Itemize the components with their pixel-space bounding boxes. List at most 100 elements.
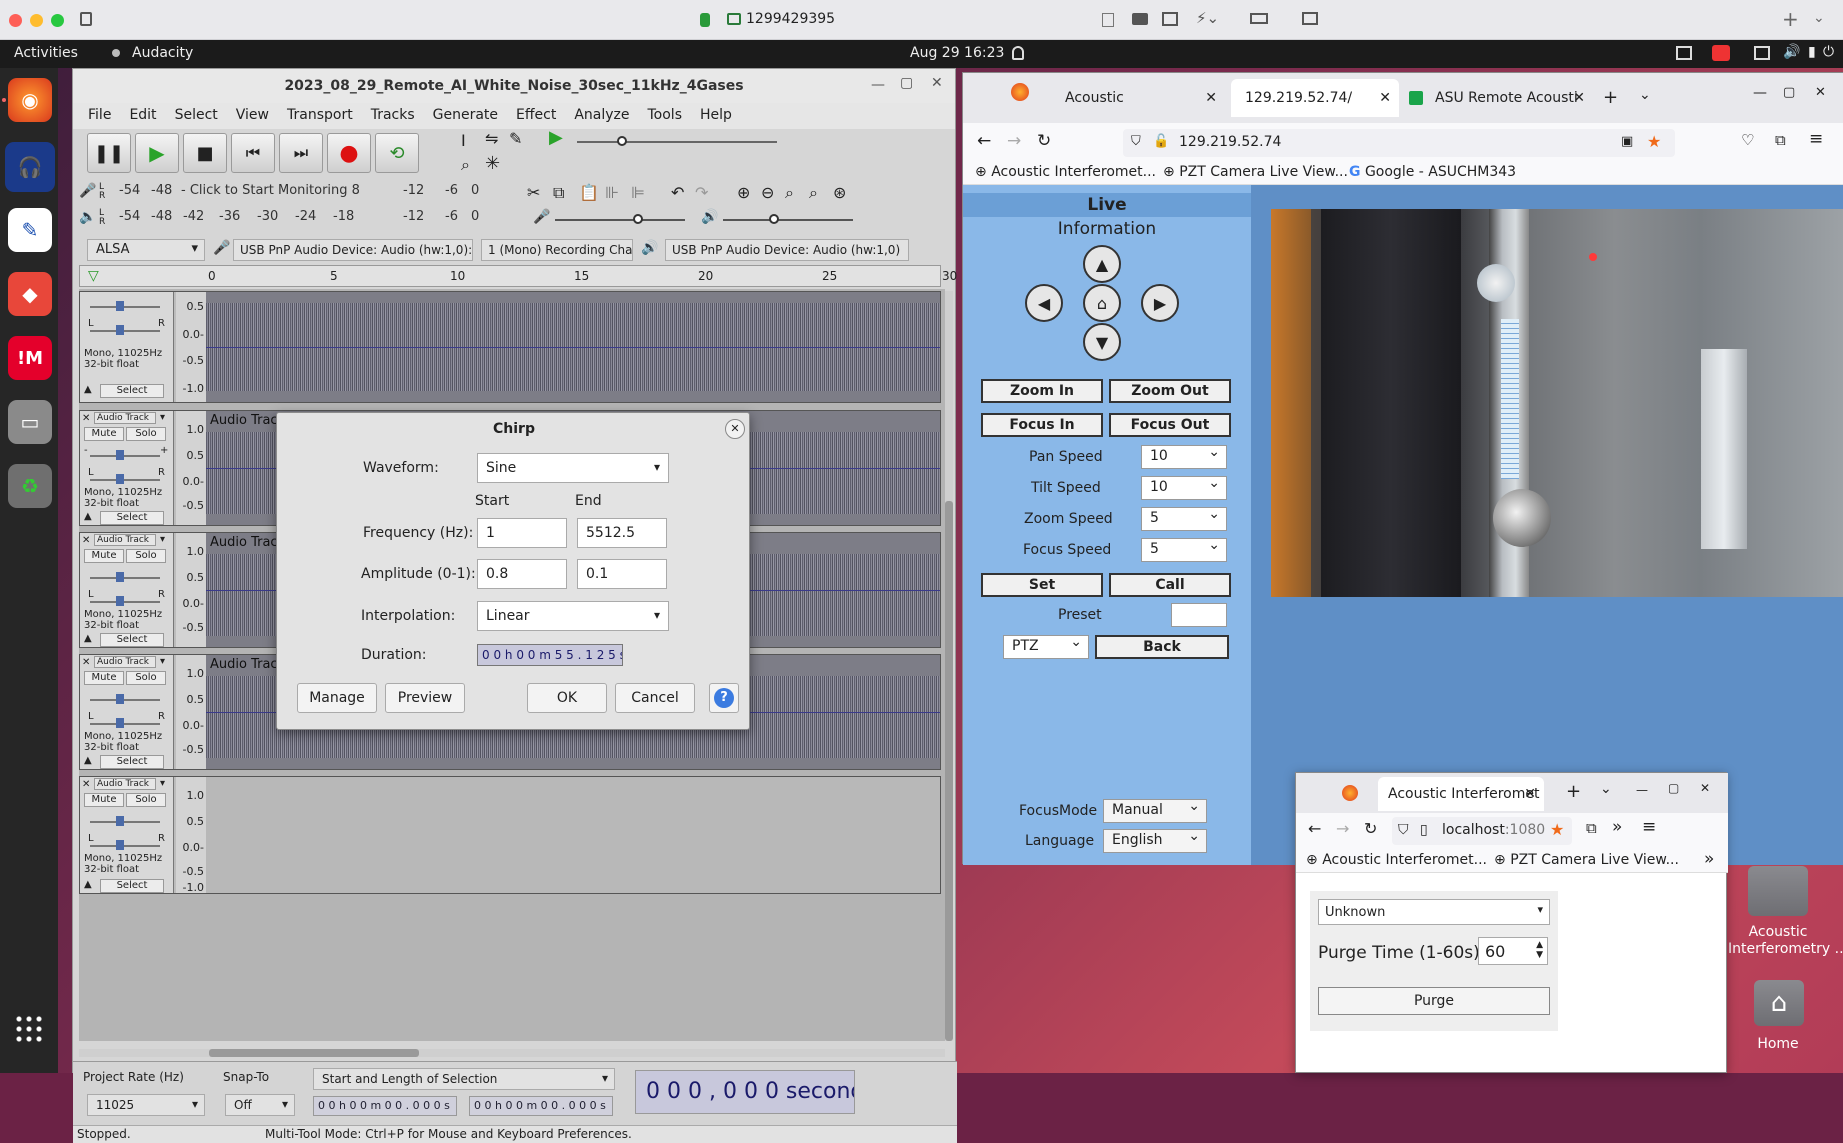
gain-slider[interactable] [90,306,160,308]
selection-mode-select[interactable]: Start and Length of Selection ▾ [313,1068,615,1090]
tab-asu-remote[interactable]: ASU Remote Acousti ✕ [1407,79,1593,117]
menu-icon[interactable]: ≡ [1642,817,1656,837]
indicator-icon[interactable] [1676,46,1692,60]
tab-list-icon[interactable]: ⌄ [1600,781,1612,797]
close-icon[interactable]: ✕ [725,419,745,439]
reload-icon[interactable]: ↻ [1037,131,1051,151]
text-editor-icon[interactable]: ✎ [8,208,52,252]
skip-end-button[interactable]: ⏭ [279,133,323,173]
zoom-in-icon[interactable]: ⊕ [737,183,750,202]
amplitude-start-input[interactable]: 0.8 [477,559,567,589]
stop-button[interactable]: ■ [183,133,227,173]
power-icon[interactable]: ⏻ [1823,44,1834,60]
pocket-icon[interactable]: ♡ [1741,131,1754,149]
bookmark-google[interactable]: G Google - ASUCHM343 [1349,164,1516,180]
preset-input[interactable] [1171,603,1227,627]
forward-icon[interactable]: → [1007,131,1021,151]
playback-volume-slider[interactable] [723,219,853,221]
gain-slider[interactable] [90,699,160,701]
play-at-speed-icon[interactable]: ▶ [549,127,563,148]
interpolation-select[interactable]: Linear ▾ [477,601,669,631]
new-tab-icon[interactable]: + [1566,781,1581,802]
chevron-down-icon[interactable]: ▾ [160,778,165,789]
gain-thumb[interactable] [116,572,124,582]
information-tab[interactable]: Information [963,219,1251,239]
pan-thumb[interactable] [116,718,124,728]
maximize-window-icon[interactable] [51,14,64,27]
vertical-scrollbar[interactable] [945,291,953,1041]
fit-selection-icon[interactable]: ⌕ [785,183,794,203]
select-button[interactable]: Select [100,511,164,525]
zoom-out-button[interactable]: Zoom Out [1109,379,1231,403]
zoom-out-icon[interactable]: ⊖ [761,183,774,202]
solo-button[interactable]: Solo [126,549,166,563]
play-speed-slider[interactable] [577,141,777,143]
menu-edit[interactable]: Edit [120,103,165,129]
pan-slider[interactable] [90,479,160,481]
copy-icon[interactable]: ⧉ [553,183,564,203]
gain-thumb[interactable] [116,816,124,826]
desktop-icon-label[interactable]: Home [1728,1036,1828,1052]
focus-in-button[interactable]: Focus In [981,413,1103,437]
frequency-start-input[interactable]: 1 [477,518,567,548]
bookmark-pzt-camera[interactable]: ⊕ PZT Camera Live View... [1163,164,1348,180]
bookmark-acoustic[interactable]: ⊕ Acoustic Interferomet... [975,164,1156,180]
language-select[interactable]: English [1103,828,1207,853]
pan-left-icon[interactable]: ◀ [1025,284,1063,322]
collapse-icon[interactable]: ▲ [84,879,92,890]
home-folder-icon[interactable]: ⌂ [1754,980,1804,1026]
empty-track-area[interactable] [206,777,940,893]
envelope-tool-icon[interactable]: ⇋ [485,129,498,148]
home-icon[interactable]: ⌂ [1083,284,1121,322]
play-speed-thumb[interactable] [617,136,627,146]
silence-icon[interactable]: ⊫ [631,183,645,202]
network-icon[interactable] [1754,46,1770,60]
pan-right-icon[interactable]: ▶ [1141,284,1179,322]
preview-button[interactable]: Preview [385,683,465,713]
maximize-icon[interactable]: ▢ [1668,781,1679,795]
sidebar-icon[interactable] [80,12,92,26]
shield-icon[interactable]: ⛉ [1398,822,1409,838]
url-bar[interactable]: ⛉ ▯ localhost:1080 ★ [1392,817,1572,845]
menu-transport[interactable]: Transport [278,103,362,129]
close-icon[interactable]: ✕ [931,75,943,91]
pan-slider[interactable] [90,330,160,332]
project-rate-select[interactable]: 11025 ▾ [87,1094,205,1116]
zoom-in-button[interactable]: Zoom In [981,379,1103,403]
recording-volume-slider[interactable] [555,219,685,221]
bookmark-star-icon[interactable]: ★ [1647,132,1661,151]
collapse-icon[interactable]: ▲ [84,755,92,766]
files-icon[interactable]: ▭ [8,400,52,444]
select-button[interactable]: Select [100,633,164,647]
document-icon[interactable] [1102,13,1114,27]
plus-icon[interactable]: + [1782,7,1799,31]
tilt-speed-select[interactable]: 10 [1141,475,1227,500]
camera-live-view[interactable] [1271,209,1843,597]
mute-button[interactable]: Mute [84,671,124,685]
chevron-down-icon[interactable]: ▾ [160,534,165,545]
bookmark-pzt-camera[interactable]: ⊕ PZT Camera Live View... [1494,852,1679,868]
minimize-window-icon[interactable] [30,14,43,27]
recording-device-select[interactable]: USB PnP Audio Device: Audio (hw:1,0): H [233,239,473,261]
track-name-menu[interactable]: Audio Track [94,412,156,424]
minimize-icon[interactable]: — [1636,783,1648,797]
battery-icon[interactable]: ▮ [1808,44,1816,60]
new-tab-icon[interactable]: + [1603,87,1618,108]
insecure-lock-icon[interactable]: 🔓 [1153,134,1169,149]
pause-button[interactable]: ❚❚ [87,133,131,173]
zoom-tool-icon[interactable]: ⌕ [461,155,470,175]
menu-icon[interactable]: ≡ [1809,129,1823,149]
back-icon[interactable]: ← [1308,819,1321,838]
loop-button[interactable]: ⟲ [375,133,419,173]
snap-to-select[interactable]: Off ▾ [225,1094,295,1116]
audacity-icon[interactable]: 🎧 [5,142,55,192]
tab-close-icon[interactable]: ✕ [1205,79,1217,117]
focusmode-select[interactable]: Manual [1103,798,1207,823]
activities-button[interactable]: Activities [14,45,78,61]
multi-tool-icon[interactable]: ✳ [485,153,500,174]
bookmarks-overflow-icon[interactable]: » [1704,849,1714,869]
clock[interactable]: Aug 29 16:23 [910,45,1004,61]
bookmark-acoustic[interactable]: ⊕ Acoustic Interferomet... [1306,852,1487,868]
purge-time-input[interactable]: 60 ▲ ▼ [1478,937,1548,965]
anydesk-tray-icon[interactable] [1712,45,1730,61]
